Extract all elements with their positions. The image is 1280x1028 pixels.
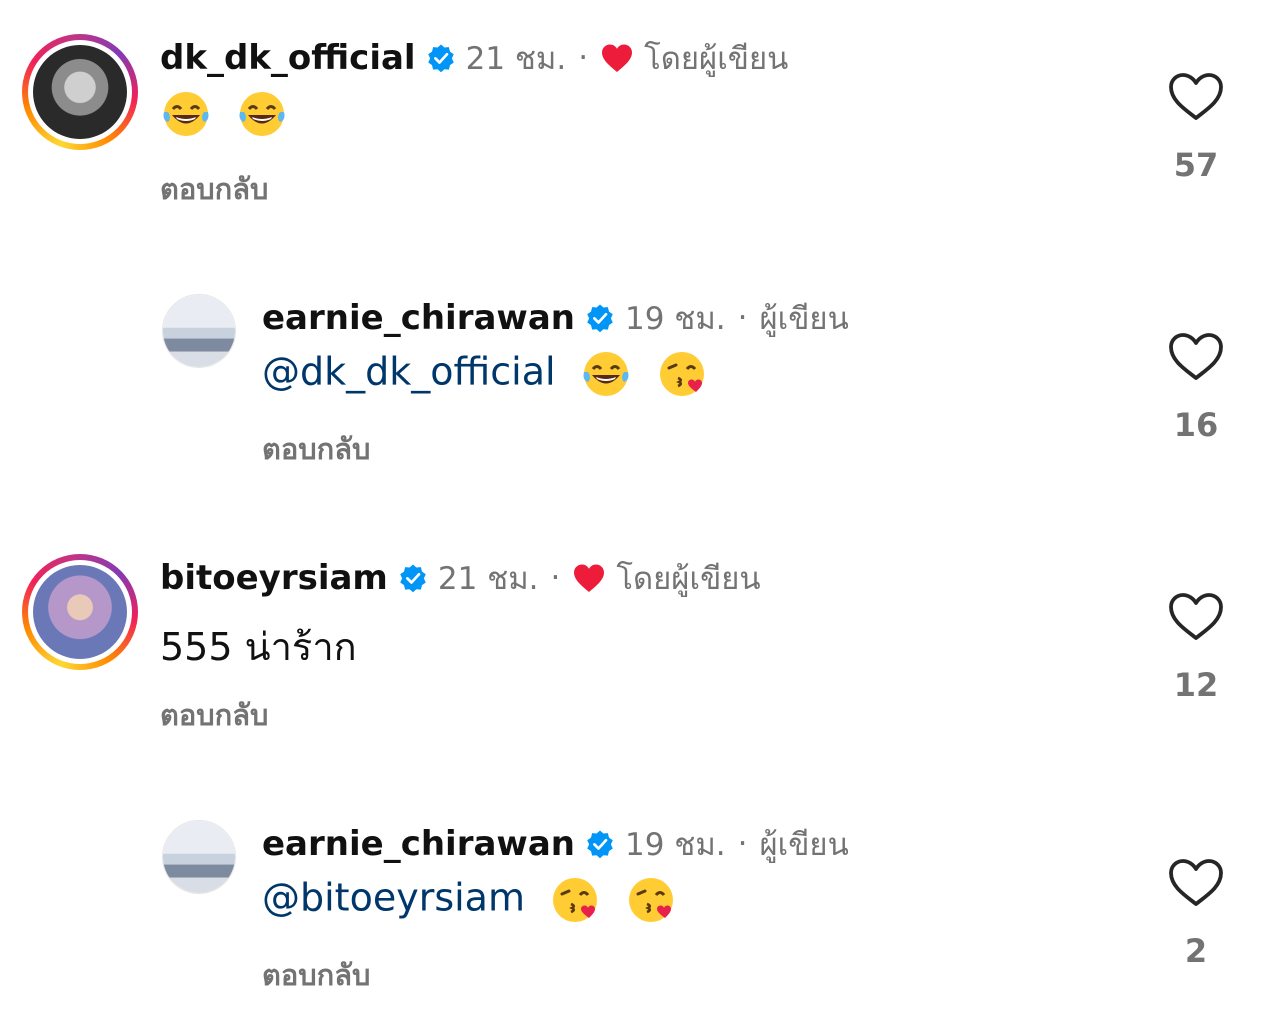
comment-body: [160, 88, 288, 144]
like-count: 16: [1173, 406, 1219, 444]
reply-button[interactable]: ตอบกลับ: [160, 166, 268, 212]
like-heart-icon[interactable]: [1166, 332, 1226, 382]
comment-time: 21 ชม.: [437, 561, 539, 597]
verified-badge-icon: [587, 830, 613, 859]
avatar[interactable]: [162, 820, 236, 894]
comment-body: 555 น่าร้าก: [160, 625, 357, 669]
verified-badge-icon: [587, 304, 613, 333]
username[interactable]: dk_dk_official: [160, 38, 416, 78]
avatar[interactable]: [33, 45, 127, 139]
reply-button[interactable]: ตอบกลับ: [262, 952, 370, 998]
comment-time: 21 ชม.: [465, 41, 567, 77]
laughing-tears-emoji-icon: [239, 92, 285, 136]
author-label: ผู้เขียน: [759, 301, 849, 337]
avatar[interactable]: [162, 294, 236, 368]
avatar-story-ring[interactable]: [22, 554, 138, 670]
like-heart-icon[interactable]: [1166, 858, 1226, 908]
avatar-story-ring[interactable]: [22, 34, 138, 150]
comment-body: @bitoeyrsiam: [262, 874, 677, 930]
like-count: 12: [1173, 666, 1219, 704]
like-count: 2: [1184, 932, 1208, 970]
author-label: ผู้เขียน: [759, 827, 849, 863]
verified-badge-icon: [427, 44, 454, 73]
avatar[interactable]: [33, 565, 127, 659]
kissing-heart-emoji-icon: [553, 878, 598, 922]
separator-dot: ·: [737, 300, 748, 336]
laughing-tears-emoji-icon: [583, 352, 629, 396]
comment-body: @dk_dk_official: [262, 348, 708, 404]
comment-time: 19 ชม.: [624, 301, 726, 337]
reply-button[interactable]: ตอบกลับ: [262, 426, 370, 472]
reply-button[interactable]: ตอบกลับ: [160, 692, 268, 738]
separator-dot: ·: [737, 826, 748, 862]
like-count: 57: [1173, 146, 1219, 184]
liked-by-author-label: โดยผู้เขียน: [616, 561, 761, 597]
kissing-heart-emoji-icon: [629, 878, 674, 922]
separator-dot: ·: [550, 560, 561, 596]
mention-link[interactable]: @dk_dk_official: [262, 350, 556, 394]
verified-badge-icon: [400, 564, 426, 593]
username[interactable]: earnie_chirawan: [262, 298, 575, 338]
liked-by-author-heart-icon: [602, 44, 633, 72]
laughing-tears-emoji-icon: [163, 92, 209, 136]
username[interactable]: earnie_chirawan: [262, 824, 575, 864]
comment-time: 19 ชม.: [624, 827, 726, 863]
like-heart-icon[interactable]: [1166, 72, 1226, 122]
liked-by-author-label: โดยผู้เขียน: [644, 41, 789, 77]
mention-link[interactable]: @bitoeyrsiam: [262, 876, 525, 920]
kissing-heart-emoji-icon: [659, 352, 704, 396]
separator-dot: ·: [578, 40, 589, 76]
liked-by-author-heart-icon: [574, 564, 605, 592]
username[interactable]: bitoeyrsiam: [160, 558, 388, 598]
like-heart-icon[interactable]: [1166, 592, 1226, 642]
